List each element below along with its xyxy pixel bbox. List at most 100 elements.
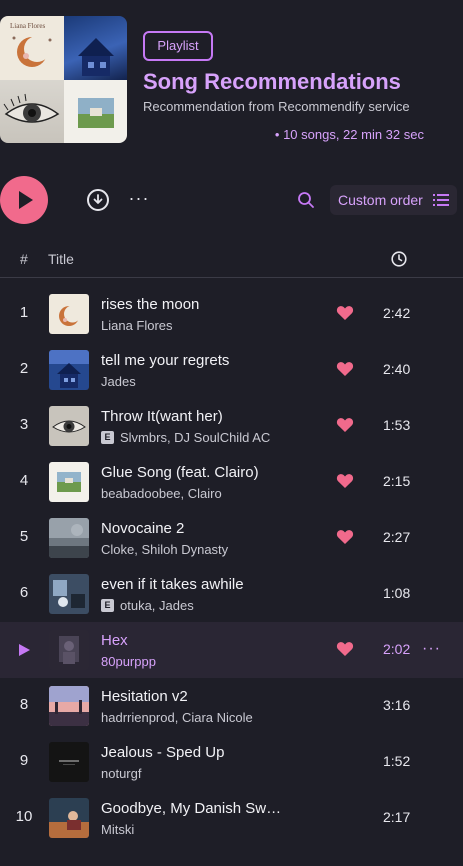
track-title[interactable]: Throw It(want her): [101, 408, 223, 425]
track-number: 8: [19, 696, 29, 713]
clock-icon: [391, 251, 407, 267]
track-artist[interactable]: otuka, Jades: [120, 598, 194, 613]
track-duration: 1:53: [383, 417, 411, 433]
track-number: 3: [19, 416, 29, 433]
track-duration: 2:40: [383, 361, 411, 377]
more-options-button[interactable]: ···: [127, 188, 151, 212]
track-table-header: # Title: [0, 243, 463, 278]
playlist-description: Recommendation from Recommendify service: [143, 99, 410, 114]
track-album-art: [49, 518, 89, 558]
track-artist[interactable]: 80purppp: [101, 654, 156, 669]
track-title[interactable]: Glue Song (feat. Clairo): [101, 464, 259, 481]
track-artist[interactable]: Liana Flores: [101, 318, 173, 333]
sort-order-label: Custom order: [338, 192, 423, 208]
track-artist-line: 80purppp: [101, 654, 156, 669]
track-duration: 2:02: [383, 641, 411, 657]
playlist-title: Song Recommendations: [143, 69, 401, 94]
track-artist[interactable]: noturgf: [101, 766, 141, 781]
track-list: 1 rises the moon Liana Flores 2:42 2 tell me …: [0, 286, 463, 846]
track-title[interactable]: Hesitation v2: [101, 688, 188, 705]
playlist-type-badge: Playlist: [143, 31, 213, 61]
title-header[interactable]: Title: [48, 251, 74, 267]
track-album-art: [49, 462, 89, 502]
track-number: 2: [19, 360, 29, 377]
track-artist-line: Liana Flores: [101, 318, 173, 333]
track-row[interactable]: 2 tell me your regrets Jades 2:40: [0, 342, 463, 398]
track-row[interactable]: 9 Jealous - Sped Up noturgf 1:52: [0, 734, 463, 790]
track-number: 5: [19, 528, 29, 545]
sort-order-button[interactable]: Custom order: [330, 185, 457, 215]
playlist-cover-mosaic: Liana Flores: [0, 16, 127, 143]
heart-icon[interactable]: [336, 641, 354, 657]
cover-art-eye: [0, 79, 64, 143]
heart-icon[interactable]: [336, 305, 354, 321]
track-row[interactable]: 6 even if it takes awhile Eotuka, Jades 1:0…: [0, 566, 463, 622]
track-number: 9: [19, 752, 29, 769]
track-artist-line: beabadoobee, Clairo: [101, 486, 222, 501]
heart-icon[interactable]: [336, 361, 354, 377]
track-artist-line: Cloke, Shiloh Dynasty: [101, 542, 228, 557]
track-artist[interactable]: hadrrienprod, Ciara Nicole: [101, 710, 253, 725]
explicit-icon: E: [101, 599, 114, 612]
track-row[interactable]: 3 Throw It(want her) E Slvmbrs, DJ SoulChil…: [0, 398, 463, 454]
heart-icon[interactable]: [336, 417, 354, 433]
track-duration: 2:17: [383, 809, 411, 825]
search-icon[interactable]: [297, 191, 315, 209]
track-duration: 3:16: [383, 697, 411, 713]
download-icon[interactable]: [87, 189, 109, 211]
track-title[interactable]: Hex: [101, 632, 128, 649]
track-album-art: [49, 686, 89, 726]
heart-icon[interactable]: [336, 529, 354, 545]
track-artist[interactable]: Slvmbrs, DJ SoulChild AC: [120, 430, 270, 445]
track-album-art: [49, 350, 89, 390]
track-number: 4: [19, 472, 29, 489]
track-title[interactable]: tell me your regrets: [101, 352, 229, 369]
track-row[interactable]: 4 Glue Song (feat. Clairo) beabadoobee, Cl…: [0, 454, 463, 510]
track-duration: 2:15: [383, 473, 411, 489]
track-artist[interactable]: beabadoobee, Clairo: [101, 486, 222, 501]
track-row[interactable]: 1 rises the moon Liana Flores 2:42: [0, 286, 463, 342]
track-number: 10: [15, 808, 33, 825]
track-title[interactable]: Novocaine 2: [101, 520, 184, 537]
track-artist-line: noturgf: [101, 766, 141, 781]
cover-art-field: [63, 79, 127, 143]
track-row[interactable]: 8 Hesitation v2 hadrrienprod, Ciara Nicole…: [0, 678, 463, 734]
cover-lettering: Liana Flores: [10, 22, 45, 30]
cover-art-house: [63, 16, 127, 80]
track-title[interactable]: Jealous - Sped Up: [101, 744, 224, 761]
track-number: 1: [19, 304, 29, 321]
track-title[interactable]: rises the moon: [101, 296, 199, 313]
track-album-art: [49, 742, 89, 782]
now-playing-play-icon[interactable]: [19, 644, 30, 656]
explicit-icon: E: [101, 431, 114, 444]
track-duration: 1:52: [383, 753, 411, 769]
row-more-options-button[interactable]: ···: [422, 640, 441, 658]
track-artist-line: Eotuka, Jades: [101, 598, 194, 613]
track-artist[interactable]: Cloke, Shiloh Dynasty: [101, 542, 228, 557]
track-title[interactable]: even if it takes awhile: [101, 576, 244, 593]
track-duration: 2:42: [383, 305, 411, 321]
track-album-art: [49, 294, 89, 334]
track-album-art: [49, 406, 89, 446]
cover-art-moon: Liana Flores: [0, 16, 64, 80]
track-row[interactable]: 5 Novocaine 2 Cloke, Shiloh Dynasty 2:27: [0, 510, 463, 566]
track-number-header: #: [20, 251, 28, 267]
track-artist-line: Mitski: [101, 822, 134, 837]
play-button[interactable]: [0, 176, 48, 224]
track-title[interactable]: Goodbye, My Danish Sw…: [101, 800, 281, 817]
track-number: 6: [19, 584, 29, 601]
track-row[interactable]: 10 Goodbye, My Danish Sw… Mitski 2:17: [0, 790, 463, 846]
heart-icon[interactable]: [336, 473, 354, 489]
track-artist[interactable]: Jades: [101, 374, 136, 389]
track-album-art: [49, 630, 89, 670]
track-album-art: [49, 574, 89, 614]
track-duration: 2:27: [383, 529, 411, 545]
playlist-header: Liana Flores Playlist Song Recommendatio…: [0, 0, 463, 160]
track-artist-line: hadrrienprod, Ciara Nicole: [101, 710, 253, 725]
track-duration: 1:08: [383, 585, 411, 601]
playlist-stats: • 10 songs, 22 min 32 sec: [274, 127, 424, 142]
track-row[interactable]: Hex 80purppp 2:02 ···: [0, 622, 463, 678]
track-artist[interactable]: Mitski: [101, 822, 134, 837]
track-album-art: [49, 798, 89, 838]
playlist-controls: ··· Custom order: [0, 176, 463, 224]
